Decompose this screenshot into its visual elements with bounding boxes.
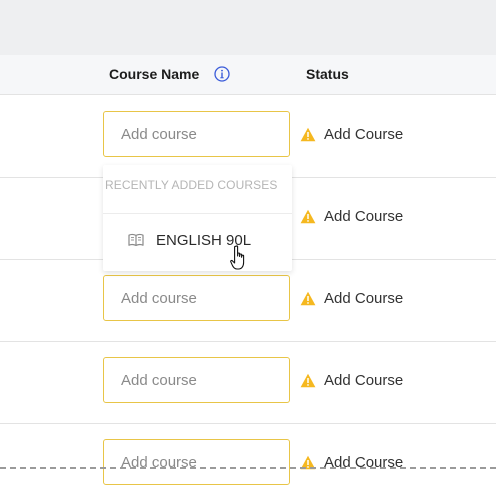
hand-cursor-icon: [230, 245, 245, 270]
course-assignment-panel: Course Name Status Add Course Add Course: [0, 0, 496, 503]
warning-icon: [300, 127, 316, 141]
course-input[interactable]: [103, 357, 290, 403]
row-divider: [0, 94, 496, 95]
table-header: [0, 55, 496, 94]
fold-line: [0, 467, 496, 469]
course-option-english-90l[interactable]: ENGLISH 90L: [103, 214, 292, 268]
course-name-column-header: Course Name: [109, 66, 200, 82]
top-bar: [0, 0, 496, 55]
course-input[interactable]: [103, 111, 290, 157]
status-cell: Add Course: [300, 289, 403, 307]
book-icon: [128, 233, 144, 246]
status-column-header: Status: [306, 66, 349, 82]
recently-added-heading: RECENTLY ADDED COURSES: [105, 178, 278, 192]
warning-icon: [300, 209, 316, 223]
course-input[interactable]: [103, 275, 290, 321]
course-suggestions-dropdown: RECENTLY ADDED COURSES ENGLISH 90L: [103, 165, 292, 271]
status-cell: Add Course: [300, 207, 403, 225]
status-label: Add Course: [324, 371, 404, 389]
row-divider: [0, 341, 496, 342]
info-icon[interactable]: [214, 66, 230, 82]
course-input[interactable]: [103, 439, 290, 485]
status-label: Add Course: [324, 207, 404, 225]
warning-icon: [300, 291, 316, 305]
status-cell: Add Course: [300, 371, 403, 389]
warning-icon: [300, 373, 316, 387]
status-cell: Add Course: [300, 125, 403, 143]
status-label: Add Course: [324, 125, 404, 143]
status-label: Add Course: [324, 289, 404, 307]
row-divider: [0, 423, 496, 424]
